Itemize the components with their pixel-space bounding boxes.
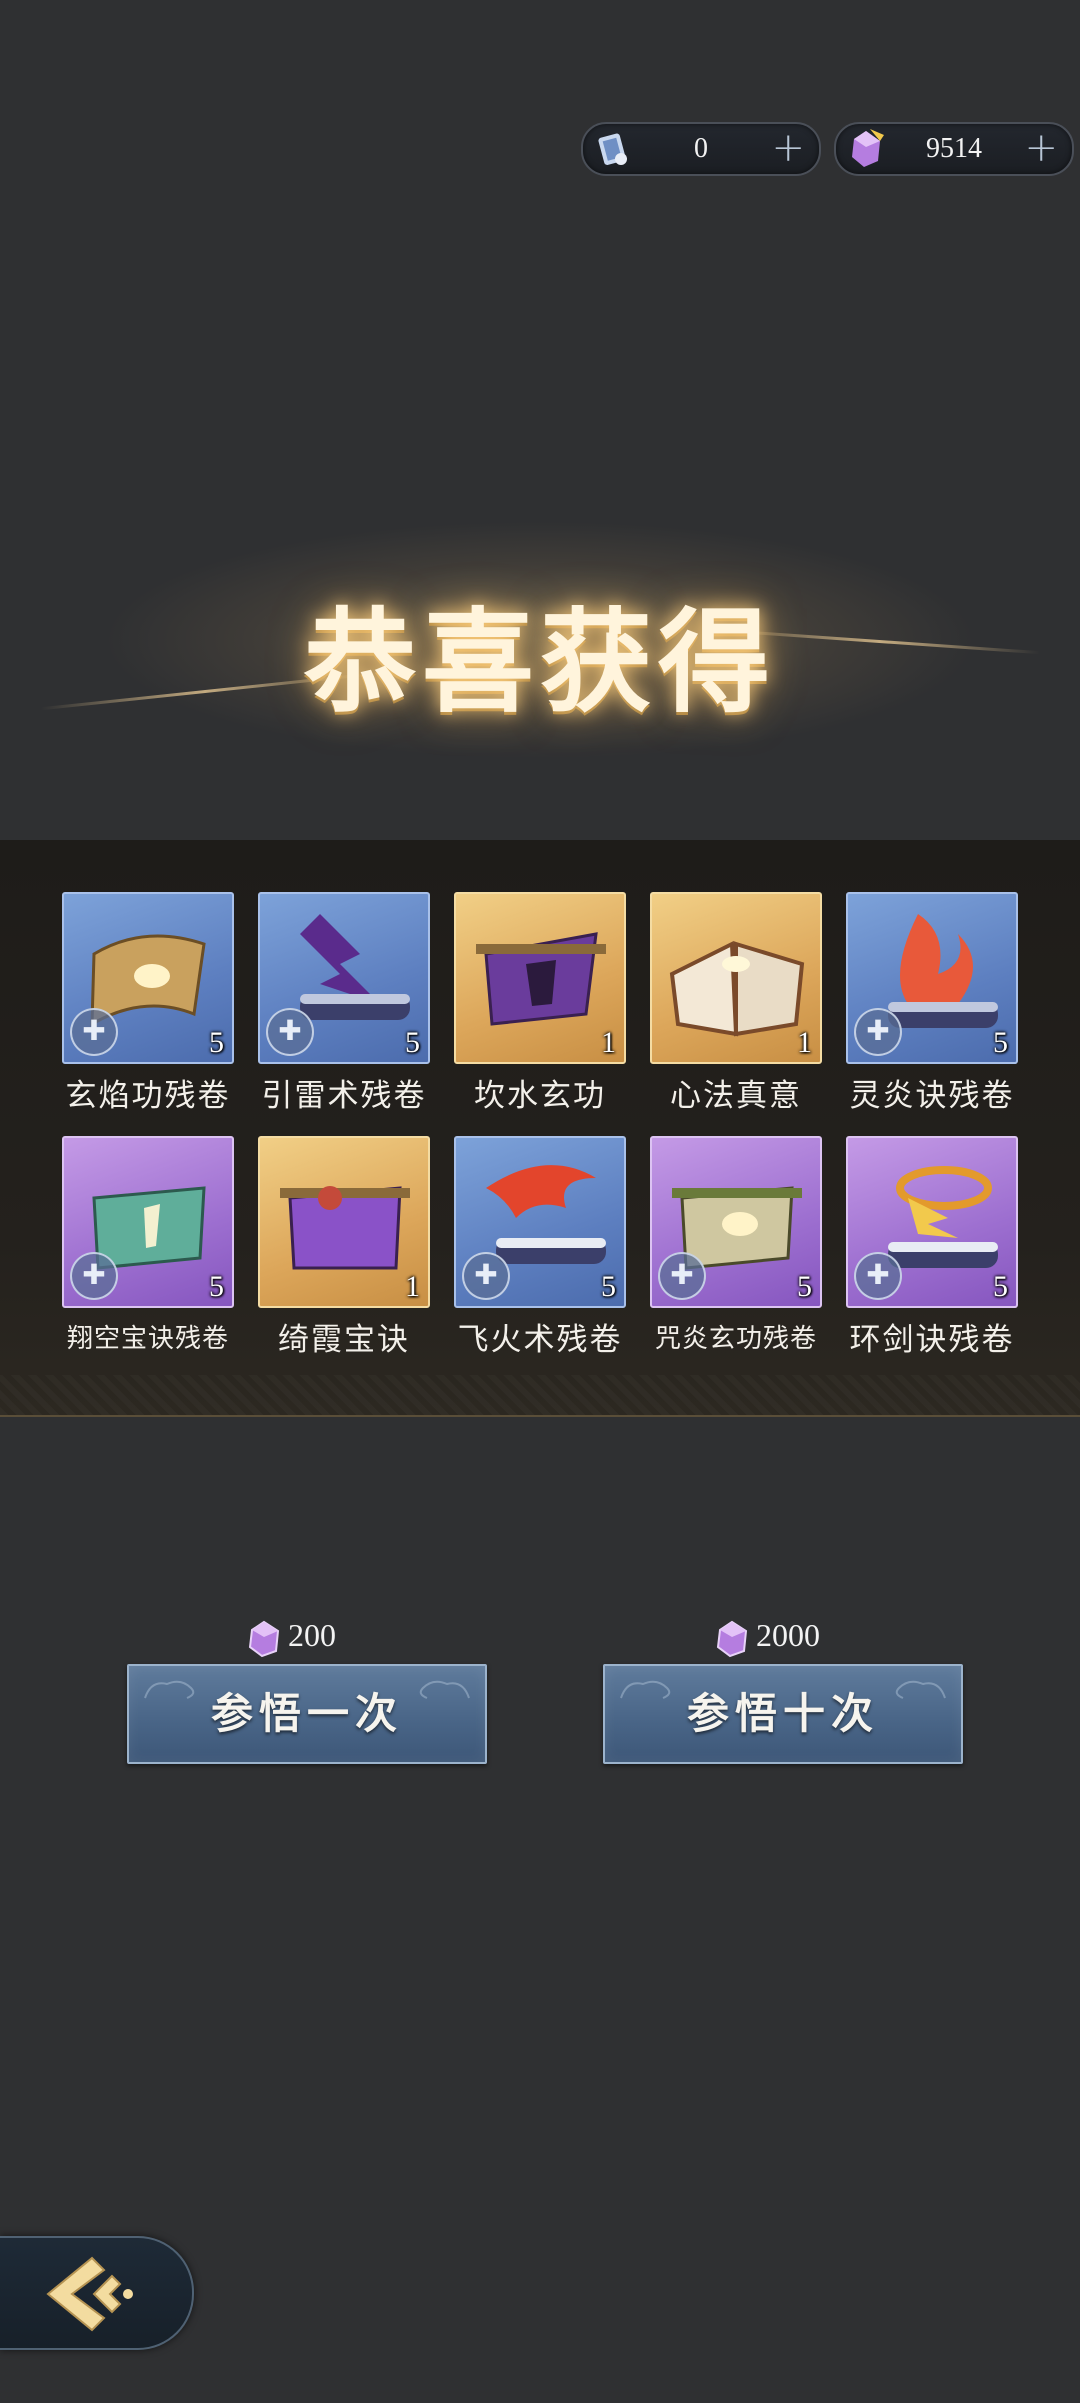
- draw-ten-button[interactable]: 参悟十次: [603, 1664, 963, 1764]
- reward-card[interactable]: ✚ 5: [62, 1136, 234, 1308]
- reward-count: 5: [993, 1026, 1008, 1059]
- congrats-title: 恭喜获得: [304, 597, 776, 728]
- draw-once-cost-value: 200: [288, 1617, 336, 1653]
- draw-ten-cost: 2000: [712, 1614, 820, 1657]
- fragment-icon: ✚: [462, 1252, 510, 1300]
- reward-name: 引雷术残卷: [261, 1078, 427, 1114]
- reward-item[interactable]: ✚ 5 引雷术残卷: [258, 892, 430, 1114]
- reward-card[interactable]: ✚ 5: [846, 1136, 1018, 1308]
- reward-name: 环剑诀残卷: [849, 1322, 1015, 1358]
- purple-crystal-icon: [248, 1620, 280, 1657]
- back-arrow-icon: [46, 2256, 133, 2332]
- reward-count: 5: [601, 1270, 616, 1303]
- purple-crystal-icon: [852, 129, 884, 167]
- reward-card[interactable]: ✚ 5: [846, 892, 1018, 1064]
- reward-item[interactable]: 1 心法真意: [650, 892, 822, 1114]
- purple-crystal-icon: [716, 1620, 748, 1657]
- draw-once-button[interactable]: 参悟一次: [127, 1664, 487, 1764]
- reward-card[interactable]: 1: [258, 1136, 430, 1308]
- reward-name: 咒炎玄功残卷: [654, 1324, 817, 1354]
- scroll-currency-counter: 0 +: [581, 122, 821, 176]
- back-button[interactable]: [0, 2236, 194, 2350]
- reward-card[interactable]: ✚ 5: [650, 1136, 822, 1308]
- violet-tome-art-icon: [280, 1186, 410, 1270]
- cloud-ornament-icon: [895, 1680, 946, 1699]
- reward-count: 1: [601, 1026, 616, 1059]
- reward-name: 翔空宝诀残卷: [66, 1324, 229, 1354]
- add-scroll-currency-button[interactable]: +: [771, 124, 805, 172]
- cloud-ornament-icon: [419, 1680, 470, 1699]
- reward-item[interactable]: ✚ 5 环剑诀残卷: [846, 1136, 1018, 1358]
- reward-count: 5: [405, 1026, 420, 1059]
- reward-item[interactable]: ✚ 5 咒炎玄功残卷: [650, 1136, 822, 1354]
- reward-card[interactable]: 1: [650, 892, 822, 1064]
- fragment-icon: ✚: [266, 1008, 314, 1056]
- reward-item[interactable]: ✚ 5 翔空宝诀残卷: [62, 1136, 234, 1354]
- crystal-currency-value: 9514: [926, 133, 982, 164]
- purple-tome-art-icon: [476, 932, 606, 1026]
- draw-once-cost: 200: [244, 1614, 336, 1657]
- reward-card[interactable]: ✚ 5: [62, 892, 234, 1064]
- scroll-ticket-icon: [598, 133, 627, 165]
- fragment-icon: ✚: [70, 1252, 118, 1300]
- reward-count: 5: [993, 1270, 1008, 1303]
- reward-card[interactable]: 1: [454, 892, 626, 1064]
- cloud-ornament-icon: [620, 1680, 671, 1699]
- crystal-currency-counter: 9514 +: [834, 122, 1074, 176]
- reward-count: 1: [797, 1026, 812, 1059]
- reward-item[interactable]: ✚ 5 灵炎诀残卷: [846, 892, 1018, 1114]
- reward-item[interactable]: 1 绮霞宝诀: [258, 1136, 430, 1358]
- reward-count: 5: [209, 1026, 224, 1059]
- reward-count: 5: [797, 1270, 812, 1303]
- reward-name: 坎水玄功: [474, 1078, 606, 1114]
- reward-name: 飞火术残卷: [457, 1322, 623, 1358]
- fragment-icon: ✚: [854, 1252, 902, 1300]
- reward-name: 心法真意: [670, 1078, 802, 1114]
- fragment-icon: ✚: [70, 1008, 118, 1056]
- draw-once-label: 参悟一次: [210, 1689, 403, 1738]
- scroll-currency-value: 0: [694, 133, 708, 164]
- reward-name: 灵炎诀残卷: [849, 1078, 1015, 1114]
- reward-item[interactable]: ✚ 5 玄焰功残卷: [62, 892, 234, 1114]
- cloud-ornament-icon: [144, 1680, 195, 1699]
- reward-card[interactable]: ✚ 5: [258, 892, 430, 1064]
- fragment-icon: ✚: [658, 1252, 706, 1300]
- reward-count: 1: [405, 1270, 420, 1303]
- reward-name: 玄焰功残卷: [65, 1078, 231, 1114]
- draw-ten-label: 参悟十次: [686, 1689, 879, 1738]
- reward-item[interactable]: ✚ 5 飞火术残卷: [454, 1136, 626, 1358]
- reward-name: 绮霞宝诀: [278, 1322, 410, 1358]
- reward-item[interactable]: 1 坎水玄功: [454, 892, 626, 1114]
- open-book-art-icon: [669, 940, 805, 1037]
- reward-card[interactable]: ✚ 5: [454, 1136, 626, 1308]
- reward-count: 5: [209, 1270, 224, 1303]
- add-crystal-currency-button[interactable]: +: [1024, 124, 1058, 172]
- fragment-icon: ✚: [854, 1008, 902, 1056]
- draw-ten-cost-value: 2000: [756, 1617, 820, 1653]
